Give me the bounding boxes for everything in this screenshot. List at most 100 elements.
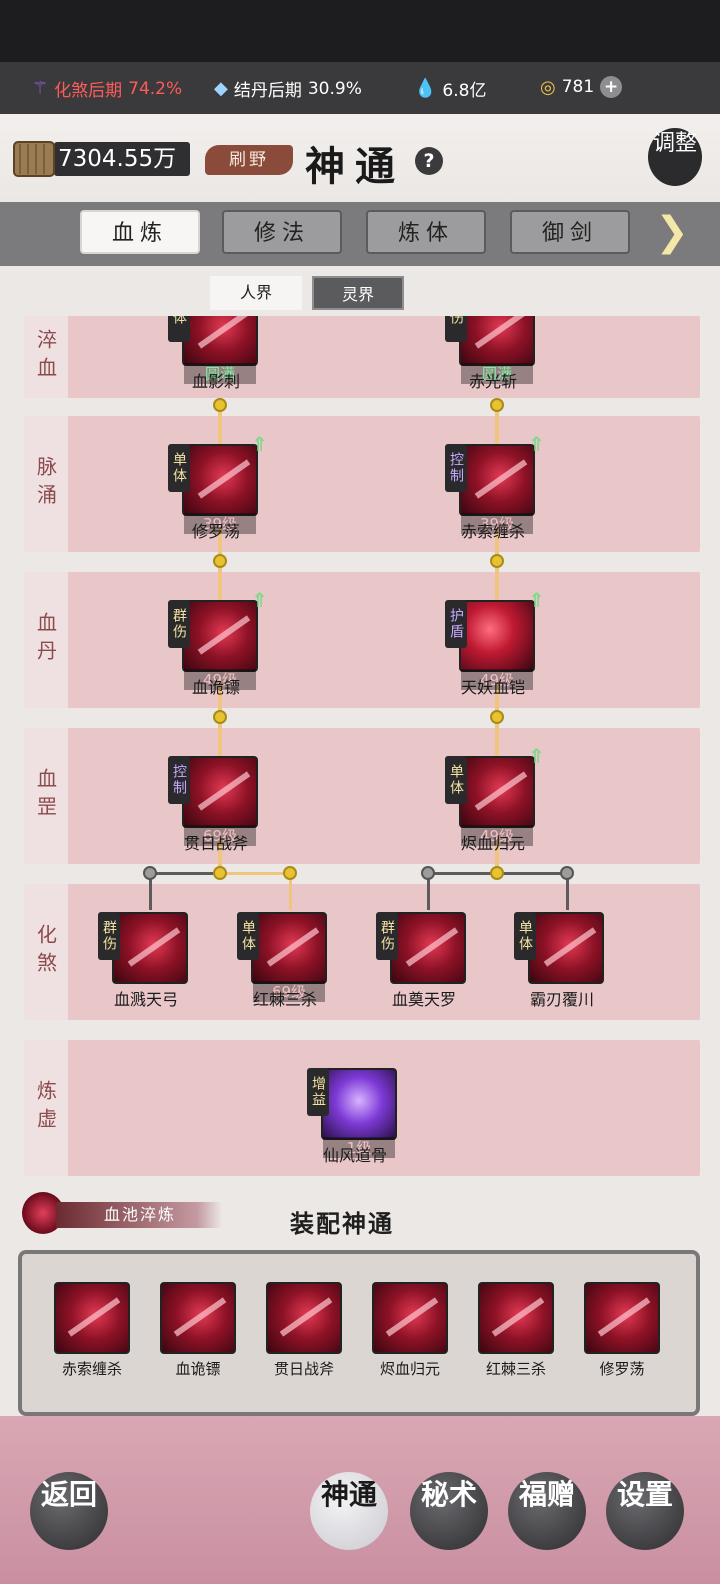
skill-type-tag: 群伤 — [168, 600, 190, 648]
upgrade-arrow-icon: ⇑ — [251, 588, 268, 612]
skill-node[interactable]: 控制 ⇑ 39级 赤索缠杀 — [445, 432, 545, 541]
back-button[interactable]: 返回 — [30, 1472, 108, 1550]
settings-button[interactable]: 设置 — [606, 1472, 684, 1550]
tier-label: 脉涌 — [24, 416, 68, 552]
skill-icon — [459, 600, 535, 672]
upgrade-arrow-icon: ⇑ — [528, 588, 545, 612]
skill-type-tag: 增益 — [307, 1068, 329, 1116]
add-gold-icon[interactable]: + — [600, 76, 623, 98]
tier-label: 炼虚 — [24, 1040, 68, 1176]
skill-tree[interactable]: 淬血 脉涌 血丹 血罡 化煞 炼虚 体 圆满 血影刺 伤 圆满 赤光斩 单体 ⇑… — [0, 316, 720, 1190]
skill-node[interactable]: 体 圆满 血影刺 — [168, 316, 264, 391]
upgrade-arrow-icon: ⇑ — [528, 432, 545, 456]
tier-row: 脉涌 — [24, 416, 700, 552]
tab-cultivate[interactable]: 修法 — [222, 210, 342, 254]
skill-name: 贯日战斧 — [183, 834, 248, 853]
skill-name: 血奠天罗 — [391, 990, 456, 1009]
skill-node[interactable]: 群伤 ⇑ 49级 血诡镖 — [168, 588, 268, 697]
realm-spirit-toggle[interactable]: 灵界 — [312, 276, 404, 310]
skill-node[interactable]: 护盾 ⇑ 49级 天妖血铠 — [445, 588, 545, 697]
skill-name: 血诡镖 — [191, 678, 240, 697]
skill-name: 血溅天弓 — [113, 990, 178, 1009]
realm-human-toggle[interactable]: 人界 — [210, 276, 302, 310]
skill-type-tag: 单体 — [168, 444, 190, 492]
nav-mishu-button[interactable]: 秘术 — [410, 1472, 488, 1550]
node-dot — [213, 866, 227, 880]
equipped-skill[interactable]: 红棘三杀 — [466, 1282, 566, 1392]
skill-icon — [528, 912, 604, 984]
help-icon[interactable]: ? — [415, 147, 443, 175]
skill-name: 修罗荡 — [599, 1360, 645, 1378]
tab-sword[interactable]: 御剑 — [510, 210, 630, 254]
skill-name: 血影刺 — [191, 372, 240, 391]
skill-icon — [478, 1282, 554, 1354]
skill-node[interactable]: 群伤 血溅天弓 — [98, 912, 194, 1009]
grind-button[interactable]: 刷野 — [205, 145, 293, 175]
equip-title: 装配神通 — [290, 1210, 394, 1238]
skill-node[interactable]: 群伤 血奠天罗 — [376, 912, 472, 1009]
equipped-skill[interactable]: 修罗荡 — [572, 1282, 672, 1392]
blood-pool-button[interactable]: 血池淬炼 — [22, 1190, 222, 1238]
spirit-stone-icon: 💧 — [414, 78, 437, 99]
skill-name: 霸刃覆川 — [529, 990, 594, 1009]
skill-icon — [266, 1282, 342, 1354]
skill-node[interactable]: 增益 1级 仙风道骨 — [307, 1068, 403, 1165]
tab-body-refine[interactable]: 炼体 — [366, 210, 486, 254]
skill-name: 红棘三杀 — [485, 1360, 546, 1378]
equipped-skill[interactable]: 贯日战斧 — [254, 1282, 354, 1392]
tab-blood-refine[interactable]: 血炼 — [80, 210, 200, 254]
skill-node[interactable]: 控制 69级 贯日战斧 — [168, 756, 264, 853]
upgrade-arrow-icon: ⇑ — [528, 744, 545, 768]
tier-label: 血罡 — [24, 728, 68, 864]
nav-fuzeng-button[interactable]: 福赠 — [508, 1472, 586, 1550]
node-dot — [490, 398, 504, 412]
page-title: 神通 — [305, 143, 405, 190]
tier-label: 淬血 — [24, 316, 68, 398]
skill-icon — [251, 912, 327, 984]
skill-name: 赤光斩 — [468, 372, 517, 391]
next-tab-arrow-icon[interactable]: ❯ — [652, 210, 692, 258]
skill-node[interactable]: 单体 69级 红棘三杀 — [237, 912, 333, 1009]
realm1-stat: ⚚ 化煞后期 74.2% — [32, 76, 182, 101]
realm1-pct: 74.2% — [128, 78, 183, 99]
skill-type-tag: 护盾 — [445, 600, 467, 648]
skill-icon — [459, 756, 535, 828]
skill-icon — [182, 600, 258, 672]
gold-stat[interactable]: ◎ 781 + — [540, 76, 623, 98]
skill-node[interactable]: 单体 霸刃覆川 — [514, 912, 610, 1009]
skill-name: 天妖血铠 — [460, 678, 525, 697]
skill-type-tag: 群伤 — [376, 912, 398, 960]
node-dot — [490, 866, 504, 880]
gold-coin-icon: ◎ — [540, 76, 556, 98]
stones-stat: 💧 6.8亿 — [414, 76, 486, 101]
skill-icon — [459, 444, 535, 516]
node-dot — [560, 866, 574, 880]
skill-node[interactable]: 单体 ⇑ 39级 修罗荡 — [168, 432, 268, 541]
nav-shentong-button[interactable]: 神通 — [310, 1472, 388, 1550]
equipped-skill[interactable]: 赤索缠杀 — [42, 1282, 142, 1392]
node-dot — [213, 398, 227, 412]
skill-name: 修罗荡 — [191, 522, 240, 541]
blood-pool-label: 血池淬炼 — [56, 1202, 222, 1228]
realm1-label: 化煞后期 — [54, 81, 123, 101]
realm2-label: 结丹后期 — [233, 81, 302, 101]
tier-label: 血丹 — [24, 572, 68, 708]
diamond-icon: ◆ — [214, 78, 228, 99]
tier-row: 血丹 — [24, 572, 700, 708]
skill-name: 红棘三杀 — [252, 990, 317, 1009]
node-dot — [421, 866, 435, 880]
skill-node[interactable]: 伤 圆满 赤光斩 — [445, 316, 541, 391]
skill-icon — [54, 1282, 130, 1354]
equipped-skill[interactable]: 血诡镖 — [148, 1282, 248, 1392]
tier-label: 化煞 — [24, 884, 68, 1020]
adjust-button[interactable]: 调整 — [648, 128, 702, 186]
skill-name: 烬血归元 — [460, 834, 525, 853]
skill-type-tag: 伤 — [445, 316, 467, 342]
branch-line — [220, 872, 290, 875]
resource-bar: ⚚ 化煞后期 74.2% ◆ 结丹后期 30.9% 💧 6.8亿 ◎ 781 + — [0, 62, 720, 114]
tier-row: 血罡 — [24, 728, 700, 864]
equipped-skill[interactable]: 烬血归元 — [360, 1282, 460, 1392]
skill-icon — [112, 912, 188, 984]
skill-icon — [584, 1282, 660, 1354]
skill-node[interactable]: 单体 ⇑ 49级 烬血归元 — [445, 744, 545, 853]
